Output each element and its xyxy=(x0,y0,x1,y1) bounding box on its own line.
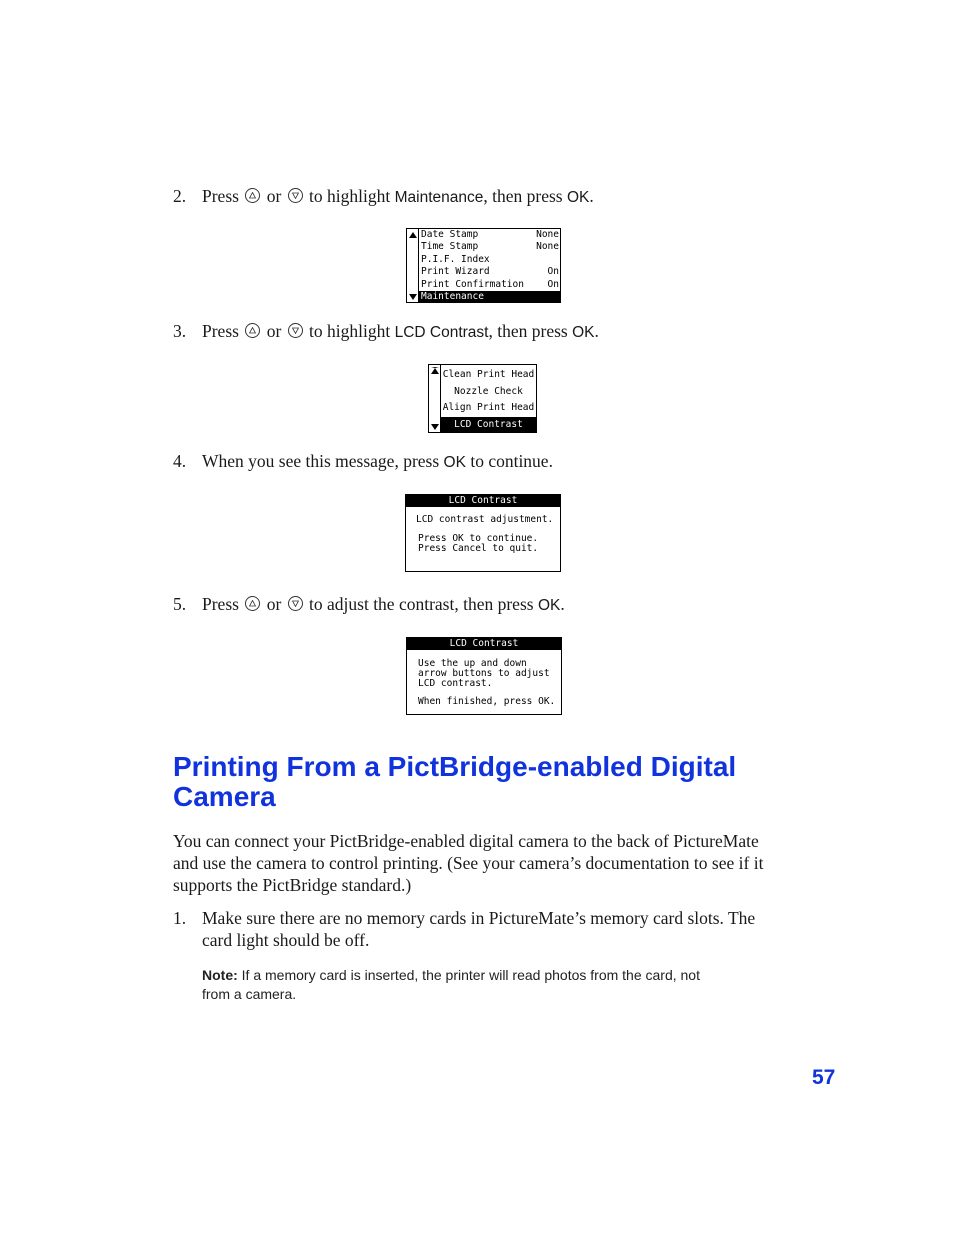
ok-keyword: OK xyxy=(566,189,590,206)
step-number: 2. xyxy=(173,186,187,206)
lcd-screen-contrast-message: LCD Contrast LCD contrast adjustment. Pr… xyxy=(405,494,561,572)
lcd-menu-row: Clean Print Head xyxy=(442,369,535,380)
keyword: Maintenance xyxy=(394,189,484,206)
intro-paragraph: You can connect your PictBridge-enabled … xyxy=(173,831,764,895)
step-2: 2. Press or to highlight Maintenance, the… xyxy=(173,186,594,206)
lcd-menu-row: P.I.F. Index xyxy=(421,253,490,265)
lcd-menu-row: Time Stamp None xyxy=(421,241,559,253)
lcd-menu-row: Print Confirmation On xyxy=(421,278,559,290)
step-4: 4. When you see this message, press OK to… xyxy=(173,451,553,471)
step-number: 3. xyxy=(173,321,187,341)
scrollbar xyxy=(429,365,441,432)
lcd-menu-row: Align Print Head xyxy=(442,402,535,413)
step-number: 4. xyxy=(173,451,187,471)
step-number: 5. xyxy=(173,594,187,614)
up-button-icon xyxy=(245,596,261,611)
lcd-menu-row-selected: Maintenance xyxy=(419,290,560,304)
lcd-menu-row: Nozzle Check xyxy=(454,385,523,397)
step-5: 5. Press or to adjust the contrast, then … xyxy=(173,594,565,614)
lcd-menu-row: Print Wizard On xyxy=(421,266,559,278)
scroll-down-arrow-icon xyxy=(409,294,417,300)
step-number: 1. xyxy=(173,908,187,928)
scrollbar xyxy=(407,229,419,302)
scroll-up-arrow-icon xyxy=(409,232,417,238)
scroll-top-arrow-icon xyxy=(431,367,439,374)
down-button-icon xyxy=(287,188,303,203)
lcd-menu-row: Date Stamp None xyxy=(421,229,559,240)
lcd-screen-contrast-adjust: LCD Contrast Use the up and down arrow b… xyxy=(406,637,562,715)
scroll-down-arrow-icon xyxy=(431,424,439,430)
section-heading: Printing From a PictBridge-enabled Digit… xyxy=(173,751,737,812)
ok-keyword: OK xyxy=(537,597,561,614)
page-number: 57 xyxy=(812,1066,836,1089)
down-button-icon xyxy=(287,323,303,338)
lcd-title: LCD Contrast xyxy=(407,638,561,650)
up-button-icon xyxy=(245,323,261,338)
down-button-icon xyxy=(287,596,303,611)
lcd-screen-maintenance-menu: Clean Print Head Nozzle Check Align Prin… xyxy=(428,364,537,433)
step-1: 1. Make sure there are no memory cards in… xyxy=(173,908,756,950)
lcd-title: LCD Contrast xyxy=(406,495,560,507)
keyword: LCD Contrast xyxy=(394,324,489,341)
note: Note: If a memory card is inserted, the … xyxy=(202,967,700,1002)
lcd-menu-row-selected: LCD Contrast xyxy=(441,416,536,433)
ok-keyword: OK xyxy=(443,454,466,471)
step-3: 3. Press or to highlight LCD Contrast, th… xyxy=(173,321,599,341)
note-label: Note: xyxy=(202,967,238,983)
up-button-icon xyxy=(245,188,261,203)
lcd-screen-settings-menu: Date Stamp None Time Stamp None P.I.F. Ind… xyxy=(406,228,561,304)
ok-keyword: OK xyxy=(572,324,595,341)
